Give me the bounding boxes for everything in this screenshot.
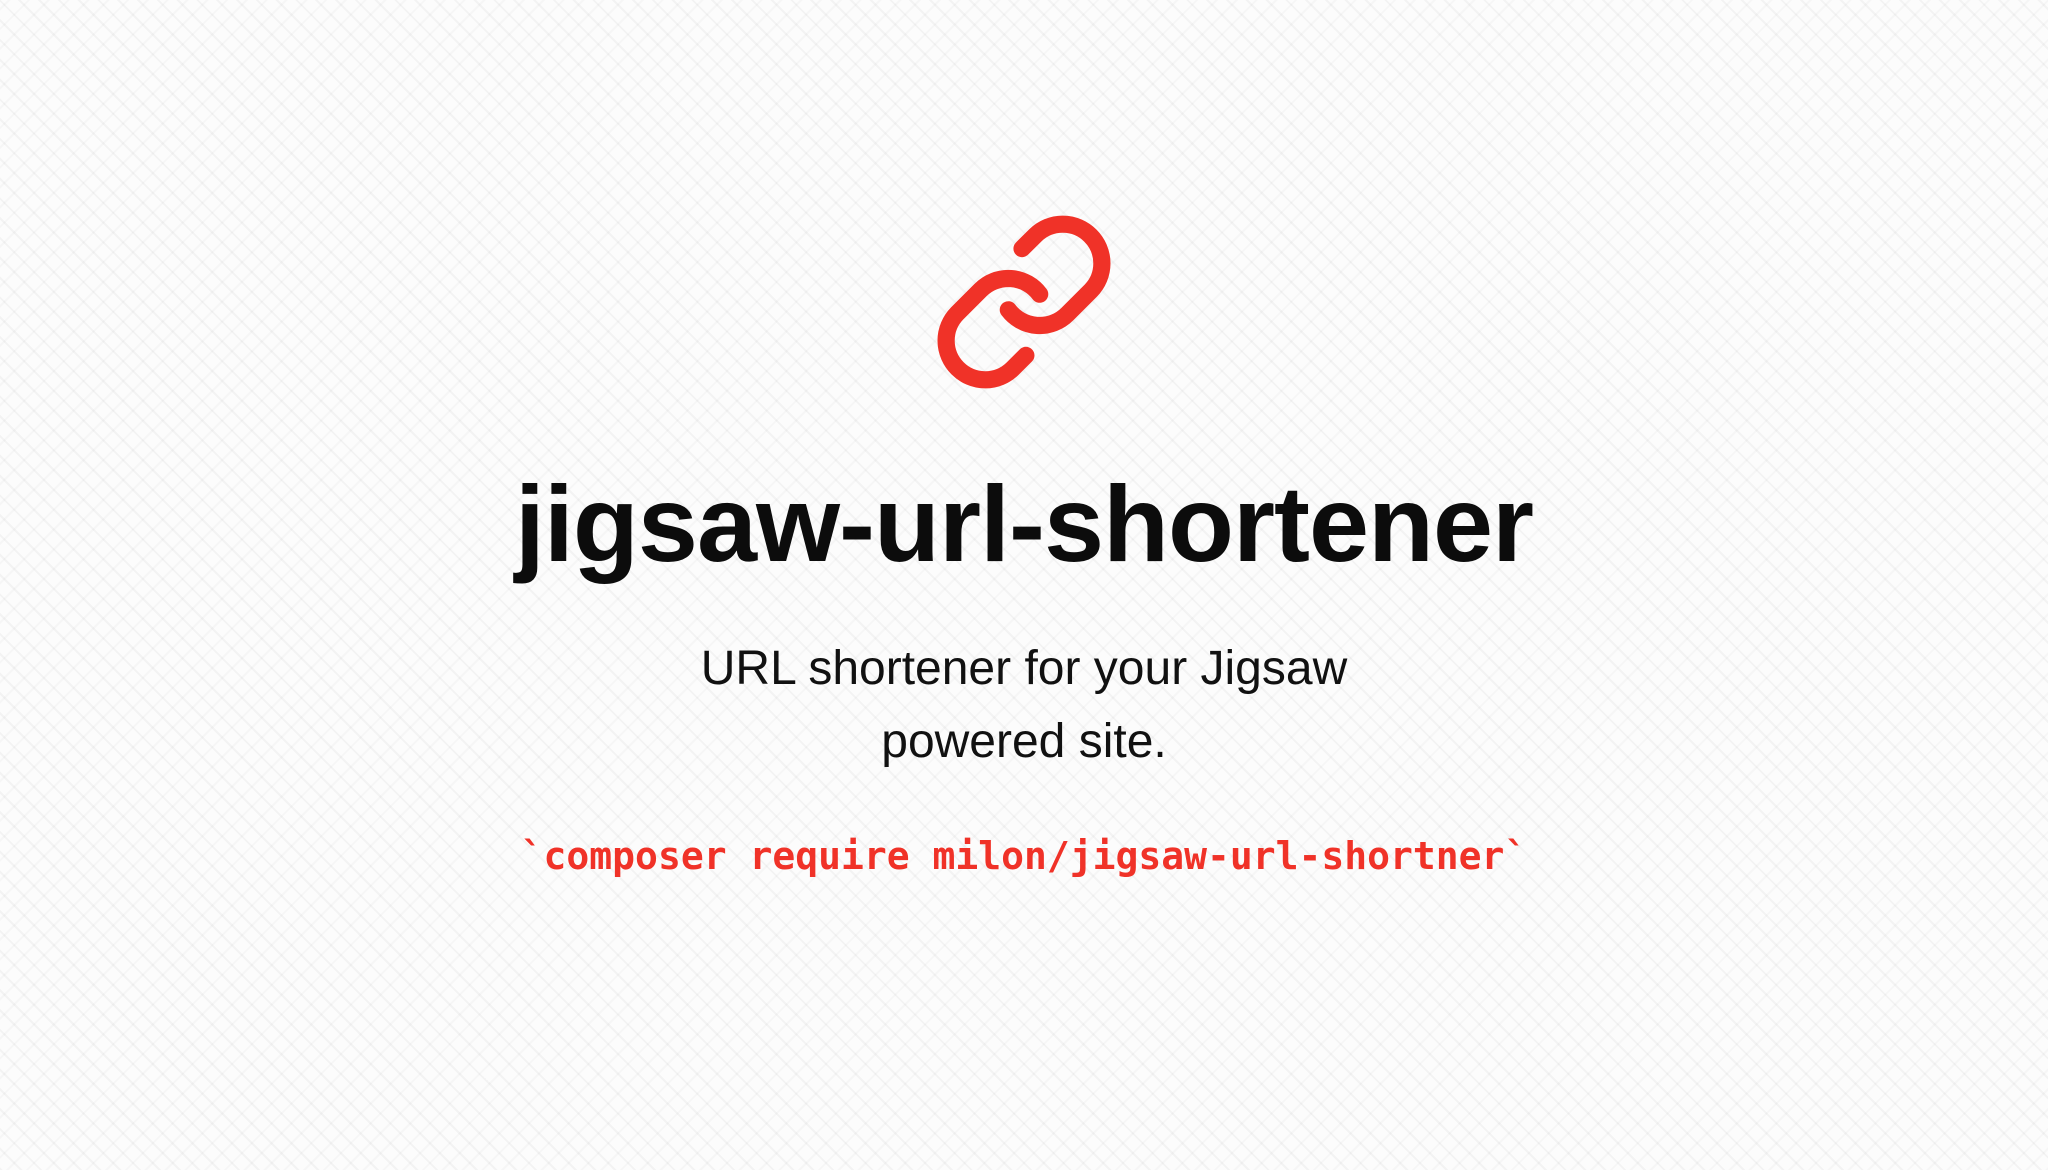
link-chain-icon — [930, 208, 1118, 396]
page-title: jigsaw-url-shortener — [514, 463, 1534, 584]
install-command: `composer require milon/jigsaw-url-short… — [520, 834, 1528, 878]
tagline: URL shortener for your Jigsaw powered si… — [700, 642, 1348, 768]
hero-banner: jigsaw-url-shortener URL shortener for y… — [0, 0, 2048, 1170]
